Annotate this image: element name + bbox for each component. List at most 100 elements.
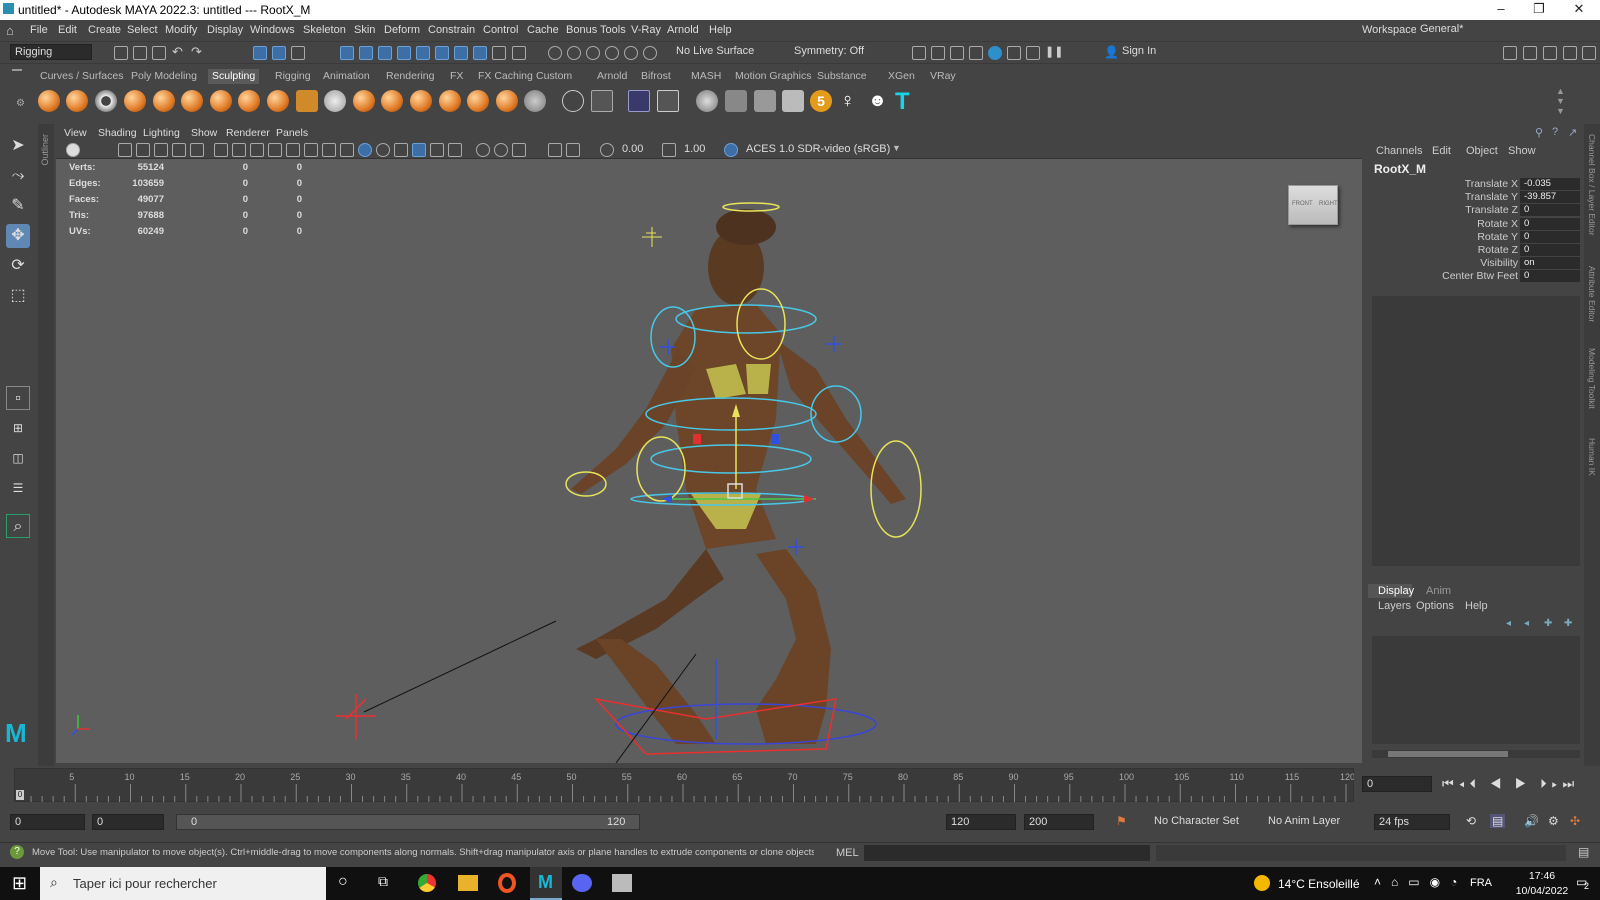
menu-modify[interactable]: Modify [165,24,197,36]
shelf-scroll-icon[interactable]: ▲ ▼ ▼ [1556,86,1565,116]
hypershade-icon[interactable] [988,46,1002,60]
menu-display[interactable]: Display [207,24,243,36]
pick-mask-icon[interactable] [340,46,354,60]
live-surface-field[interactable]: No Live Surface [672,44,768,60]
shelf-tab-vray[interactable]: VRay [930,70,956,82]
layer-scrollbar[interactable] [1372,750,1580,758]
viewport-menu-show[interactable]: Show [191,127,217,139]
channel-label-rotate-z[interactable]: Rotate Z [1368,244,1518,256]
language-indicator[interactable]: FRA [1470,877,1492,889]
new-layer-icon[interactable]: ✚ [1544,618,1552,629]
two-d-pan-icon[interactable] [172,143,186,157]
move-layer-up-icon[interactable]: ◂ [1506,618,1511,629]
safe-action-icon[interactable] [304,143,318,157]
menu-edit[interactable]: Edit [58,24,77,36]
snap-to-curve-icon[interactable] [567,46,581,60]
attribute-editor-icon[interactable] [1543,46,1557,60]
attribute-editor-tab[interactable]: Attribute Editor [1587,266,1597,322]
menu-windows[interactable]: Windows [250,24,295,36]
pick-mask-misc-icon[interactable] [473,46,487,60]
shelf-tab-animation[interactable]: Animation [323,70,370,82]
shelf-tab-custom[interactable]: Custom [536,70,572,82]
system-tray-icons[interactable]: ˄⌂▭◉◔ [1374,875,1467,889]
windows-start-icon[interactable]: ⊞ [12,873,27,894]
bulge-tool-icon[interactable] [467,90,489,112]
move-layer-down-icon[interactable]: ◂ [1524,618,1529,629]
select-by-component-icon[interactable] [291,46,305,60]
shape-editor-icon[interactable] [657,90,679,112]
command-line-input[interactable] [864,845,1150,861]
render-view-icon[interactable] [912,46,926,60]
spray-tool-icon[interactable] [238,90,260,112]
image-plane-icon[interactable] [154,143,168,157]
sculpt-tool-icon[interactable] [38,90,60,112]
smear-tool-icon[interactable] [439,90,461,112]
chevron-down-icon[interactable]: ▼ [892,143,901,153]
quick-rig-icon[interactable]: T [895,88,910,116]
taskbar-search-box[interactable]: ⌕ Taper ici pour rechercher [40,867,326,900]
file-explorer-icon[interactable] [458,875,478,891]
wax-tool-icon[interactable] [324,90,346,112]
pinch-tool-icon[interactable] [153,90,175,112]
gamma-icon[interactable] [566,143,580,157]
lock-icon[interactable] [492,46,506,60]
freeze-tool-icon[interactable] [524,90,546,112]
home-icon[interactable]: ⌂ [6,23,14,38]
shelf-tab-xgen[interactable]: XGen [888,70,915,82]
channel-label-translate-y[interactable]: Translate Y [1368,191,1518,203]
textured-icon[interactable] [394,143,408,157]
pick-mask-dynamics-icon[interactable] [435,46,449,60]
search-icon[interactable]: ⌕ [6,514,30,538]
shelf-tab-sculpting[interactable]: Sculpting [208,69,260,84]
sign-in-button[interactable]: Sign In [1118,44,1202,60]
channel-label-translate-z[interactable]: Translate Z [1368,204,1518,216]
open-scene-icon[interactable] [133,46,147,60]
sound-icon[interactable]: 🔊 [1524,814,1539,828]
uv-editor-icon[interactable] [725,90,747,112]
clock-time[interactable]: 17:46 [1522,870,1562,882]
symmetry-select[interactable]: Symmetry: Off [790,44,870,60]
amplify-tool-icon[interactable] [496,90,518,112]
viewport-menu-panels[interactable]: Panels [276,127,308,139]
channel-box-pin-icon[interactable]: ⚲ [1535,126,1543,139]
fill-tool-icon[interactable] [381,90,403,112]
shelf-tab-bifrost[interactable]: Bifrost [641,70,671,82]
sculpt-grid-icon[interactable] [591,90,613,112]
pick-mask-surfaces-icon[interactable] [397,46,411,60]
modeling-toolkit-icon[interactable] [1503,46,1517,60]
knife-tool-icon[interactable] [410,90,432,112]
viewport-menu-shading[interactable]: Shading [98,127,137,139]
snap-to-view-icon[interactable] [605,46,619,60]
new-scene-icon[interactable] [114,46,128,60]
badge-5-icon[interactable]: 5 [810,90,832,112]
cache-icon[interactable]: ▤ [1490,814,1506,828]
workspace-select[interactable]: General* [1416,22,1576,38]
task-view-icon[interactable]: ⧉ [378,873,388,890]
character-set-select[interactable]: No Character Set [1150,814,1256,830]
flatten-tool-icon[interactable] [181,90,203,112]
shelf-tab-rigging[interactable]: Rigging [275,70,311,82]
scrape-tool-icon[interactable] [353,90,375,112]
channel-label-visibility[interactable]: Visibility [1368,257,1518,269]
restore-icon[interactable]: ❐ [1522,1,1556,17]
animation-end-field[interactable]: 200 [1024,814,1094,830]
field-chart-icon[interactable] [286,143,300,157]
menu-set-select[interactable]: Rigging [10,44,92,60]
use-all-lights-icon[interactable] [412,143,426,157]
channels-menu[interactable]: Channels [1376,145,1422,157]
channel-box-tab[interactable]: Channel Box / Layer Editor [1587,134,1597,236]
select-tool-icon[interactable]: ➤ [6,134,30,158]
channel-label-rotate-x[interactable]: Rotate X [1368,218,1518,230]
wireframe-icon[interactable] [340,143,354,157]
weather-text[interactable]: 14°C Ensoleillé [1278,877,1360,891]
blend-shape-icon[interactable] [628,90,650,112]
viewport-3d[interactable]: Verts: 55124 0 0 Edges: 103659 0 0 Faces: 49077 0 0… [56,159,1362,763]
viewport-menu-renderer[interactable]: Renderer [226,127,270,139]
lasso-tool-icon[interactable]: ⤳ [6,164,30,188]
exposure-icon[interactable] [548,143,562,157]
fps-select[interactable]: 24 fps [1374,814,1450,830]
scale-tool-icon[interactable]: ⬚ [6,284,30,308]
shelf-tab-curves-surfaces[interactable]: Curves / Surfaces [40,70,123,82]
two-view-icon[interactable]: ◫ [6,446,30,470]
pick-mask-curves-icon[interactable] [378,46,392,60]
